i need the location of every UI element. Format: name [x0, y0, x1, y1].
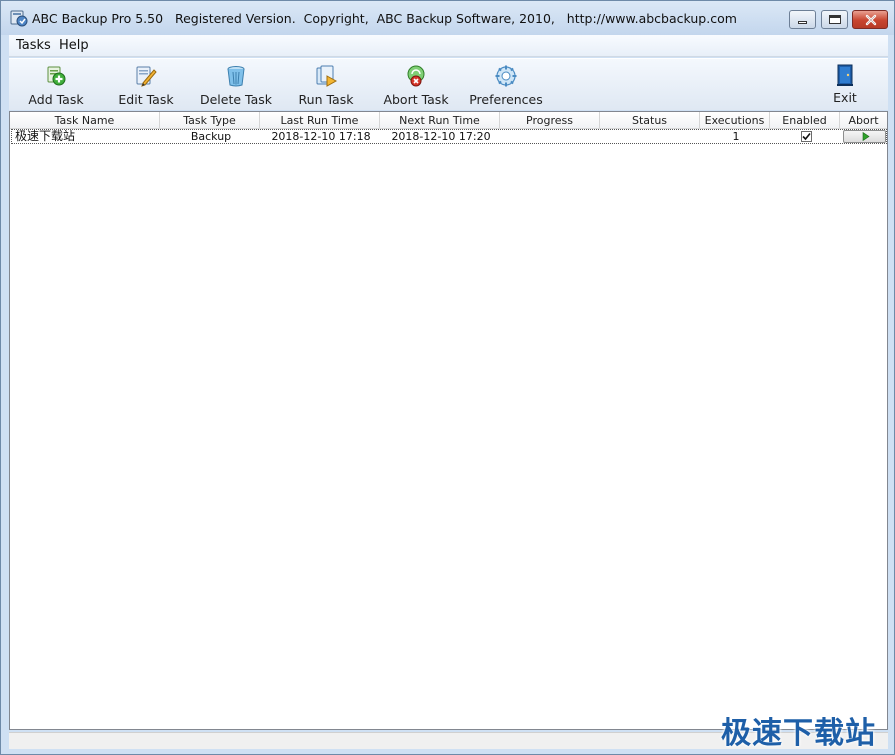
cell-progress	[501, 130, 601, 144]
abort-task-icon	[407, 65, 425, 87]
edit-task-icon	[136, 66, 157, 87]
enabled-checkbox[interactable]	[801, 131, 812, 142]
menu-tasks[interactable]: Tasks	[10, 38, 57, 53]
menu-help[interactable]: Help	[53, 38, 95, 53]
edit-task-button[interactable]: Edit Task	[107, 61, 185, 109]
app-icon	[10, 10, 28, 27]
edit-task-label: Edit Task	[118, 92, 174, 107]
column-header-status[interactable]: Status	[600, 112, 700, 129]
cell-task-name: 极速下载站	[15, 130, 76, 143]
cell-status	[601, 130, 701, 144]
column-header-last-run-time[interactable]: Last Run Time	[260, 112, 380, 129]
app-window: ABC Backup Pro 5.50 Registered Version. …	[0, 0, 895, 755]
column-header-task-name[interactable]: Task Name	[10, 112, 160, 129]
column-header-next-run-time[interactable]: Next Run Time	[380, 112, 500, 129]
preferences-button[interactable]: Preferences	[465, 61, 547, 109]
add-task-button[interactable]: Add Task	[17, 61, 95, 109]
column-header-progress[interactable]: Progress	[500, 112, 600, 129]
run-task-button[interactable]: Run Task	[287, 61, 365, 109]
abort-row-button[interactable]	[843, 130, 886, 143]
cell-task-type: Backup	[190, 130, 232, 143]
abort-task-label: Abort Task	[383, 92, 449, 107]
delete-task-label: Delete Task	[199, 92, 273, 107]
column-header-abort[interactable]: Abort	[840, 112, 887, 129]
preferences-label: Preferences	[469, 92, 543, 107]
checkmark-icon	[802, 132, 811, 141]
preferences-icon	[495, 65, 517, 87]
minimize-button[interactable]	[789, 10, 816, 29]
cell-last-run-time: 2018-12-10 17:18	[271, 130, 371, 143]
delete-task-icon	[227, 66, 245, 87]
abort-task-button[interactable]: Abort Task	[375, 61, 457, 109]
play-icon	[862, 132, 870, 141]
add-task-icon	[47, 66, 66, 86]
run-task-label: Run Task	[298, 92, 354, 107]
task-list[interactable]: Task Name Task Type Last Run Time Next R…	[9, 111, 888, 730]
close-button[interactable]	[852, 10, 888, 29]
toolbar: Add Task Edit Task Delete Task Run Task …	[9, 58, 888, 110]
delete-task-button[interactable]: Delete Task	[195, 61, 277, 109]
exit-icon	[837, 64, 853, 86]
close-icon	[865, 14, 877, 26]
table-row[interactable]: 极速下载站 Backup 2018-12-10 17:18 2018-12-10…	[11, 129, 887, 144]
exit-label: Exit	[833, 90, 857, 105]
column-header-executions[interactable]: Executions	[700, 112, 770, 129]
task-list-header: Task Name Task Type Last Run Time Next R…	[10, 112, 887, 129]
title-bar[interactable]: ABC Backup Pro 5.50 Registered Version. …	[1, 1, 894, 35]
window-title: ABC Backup Pro 5.50 Registered Version. …	[32, 11, 737, 26]
cell-executions: 1	[732, 130, 740, 143]
column-header-enabled[interactable]: Enabled	[770, 112, 840, 129]
run-task-icon	[316, 65, 338, 87]
maximize-icon	[829, 15, 841, 24]
add-task-label: Add Task	[28, 92, 84, 107]
exit-button[interactable]: Exit	[815, 61, 875, 109]
minimize-icon	[798, 21, 807, 24]
menu-bar: Tasks Help	[9, 35, 888, 57]
column-header-task-type[interactable]: Task Type	[160, 112, 260, 129]
maximize-button[interactable]	[821, 10, 848, 29]
cell-next-run-time: 2018-12-10 17:20	[391, 130, 491, 143]
watermark: 极速下载站	[721, 716, 876, 751]
